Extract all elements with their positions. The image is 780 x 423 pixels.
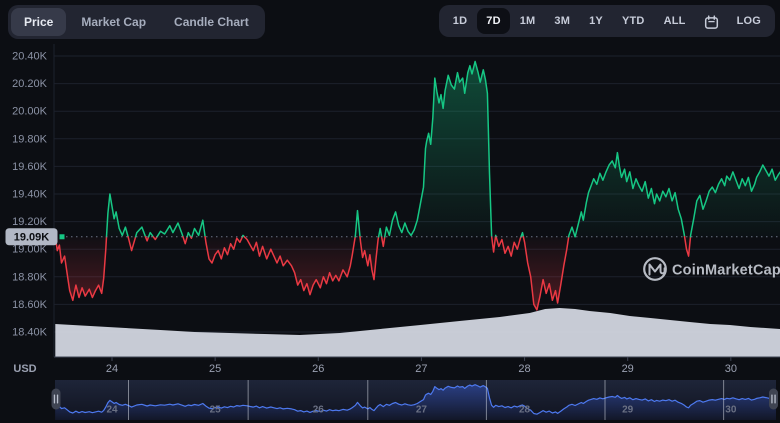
x-tick-label: 28 [518,363,530,375]
range-3m[interactable]: 3M [545,8,579,34]
range-1y[interactable]: 1Y [580,8,612,34]
range-1d[interactable]: 1D [444,8,476,34]
handle-grip-line [771,394,773,404]
handle-grip-line [53,394,56,404]
range-1m[interactable]: 1M [511,8,545,34]
navigator-date-label: 28 [519,405,531,416]
x-tick-label: 24 [106,363,118,375]
x-tick-label: 26 [312,363,324,375]
y-tick-label: 19.40K [12,189,48,201]
navigator-date-label: 29 [622,405,634,416]
navigator-date-label: 30 [725,405,737,416]
y-tick-label: 18.80K [12,271,48,283]
handle-pill [51,388,61,410]
price-chart-module: 20.40K 20.20K 20.00K 19.80K 19.60K 19.40K 19.2… [0,0,780,423]
x-axis-labels: 24 25 26 27 28 29 30 [106,357,737,375]
range-all[interactable]: ALL [655,8,695,34]
currency-label: USD [13,363,36,375]
navigator: 24 25 26 27 28 29 30 [51,380,778,420]
chart-header: Price Market Cap Candle Chart 1D 7D 1M 3M 1Y YT… [8,5,775,39]
y-tick-label: 20.20K [12,78,48,90]
time-range-switcher: 1D 7D 1M 3M 1Y YTD ALL LOG [438,5,775,37]
fill-below [244,236,356,295]
current-price-badge-label: 19.09K [14,232,50,244]
price-chart-canvas[interactable]: 20.40K 20.20K 20.00K 19.80K 19.60K 19.40K 19.2… [0,0,780,423]
range-ytd[interactable]: YTD [613,8,654,34]
y-tick-label: 19.80K [12,133,48,145]
x-tick-label: 25 [209,363,221,375]
y-tick-label: 19.60K [12,161,48,173]
tab-price[interactable]: Price [11,8,67,36]
y-tick-label: 19.20K [12,216,48,228]
coinmarketcap-logo-m [648,263,666,276]
tab-candle-chart[interactable]: Candle Chart [161,8,262,36]
fill-above [690,165,780,237]
navigator-date-label: 25 [210,405,222,416]
x-tick-label: 30 [725,363,737,375]
x-tick-label: 27 [415,363,427,375]
fill-above [384,61,492,237]
calendar-icon[interactable] [696,10,727,33]
y-tick-label: 20.40K [12,51,48,63]
navigator-date-label: 24 [106,405,118,416]
series-start-marker [59,234,65,240]
x-tick-label: 29 [622,363,634,375]
range-7d[interactable]: 7D [477,8,510,34]
y-tick-label: 19.00K [12,244,48,256]
volume-area [55,308,780,357]
watermark-text: CoinMarketCap [672,263,780,279]
navigator-left-handle[interactable] [51,388,61,410]
handle-grip-line [56,394,59,404]
chart-type-switcher: Price Market Cap Candle Chart [8,5,265,39]
y-tick-label: 20.00K [12,106,48,118]
navigator-date-label: 27 [416,405,428,416]
y-tick-label: 18.60K [12,299,48,311]
tab-market-cap[interactable]: Market Cap [68,8,159,36]
handle-grip-line [774,394,776,404]
log-scale-button[interactable]: LOG [728,8,770,34]
navigator-date-label: 26 [313,405,325,416]
range-buttons: 1D 7D 1M 3M 1Y YTD ALL [444,8,695,34]
y-tick-label: 18.40K [12,327,48,339]
handle-pill [769,388,778,410]
y-axis-labels: 20.40K 20.20K 20.00K 19.80K 19.60K 19.40K 19.2… [12,51,48,339]
navigator-right-handle[interactable] [769,388,778,410]
calendar-icon-glyph [704,14,718,29]
